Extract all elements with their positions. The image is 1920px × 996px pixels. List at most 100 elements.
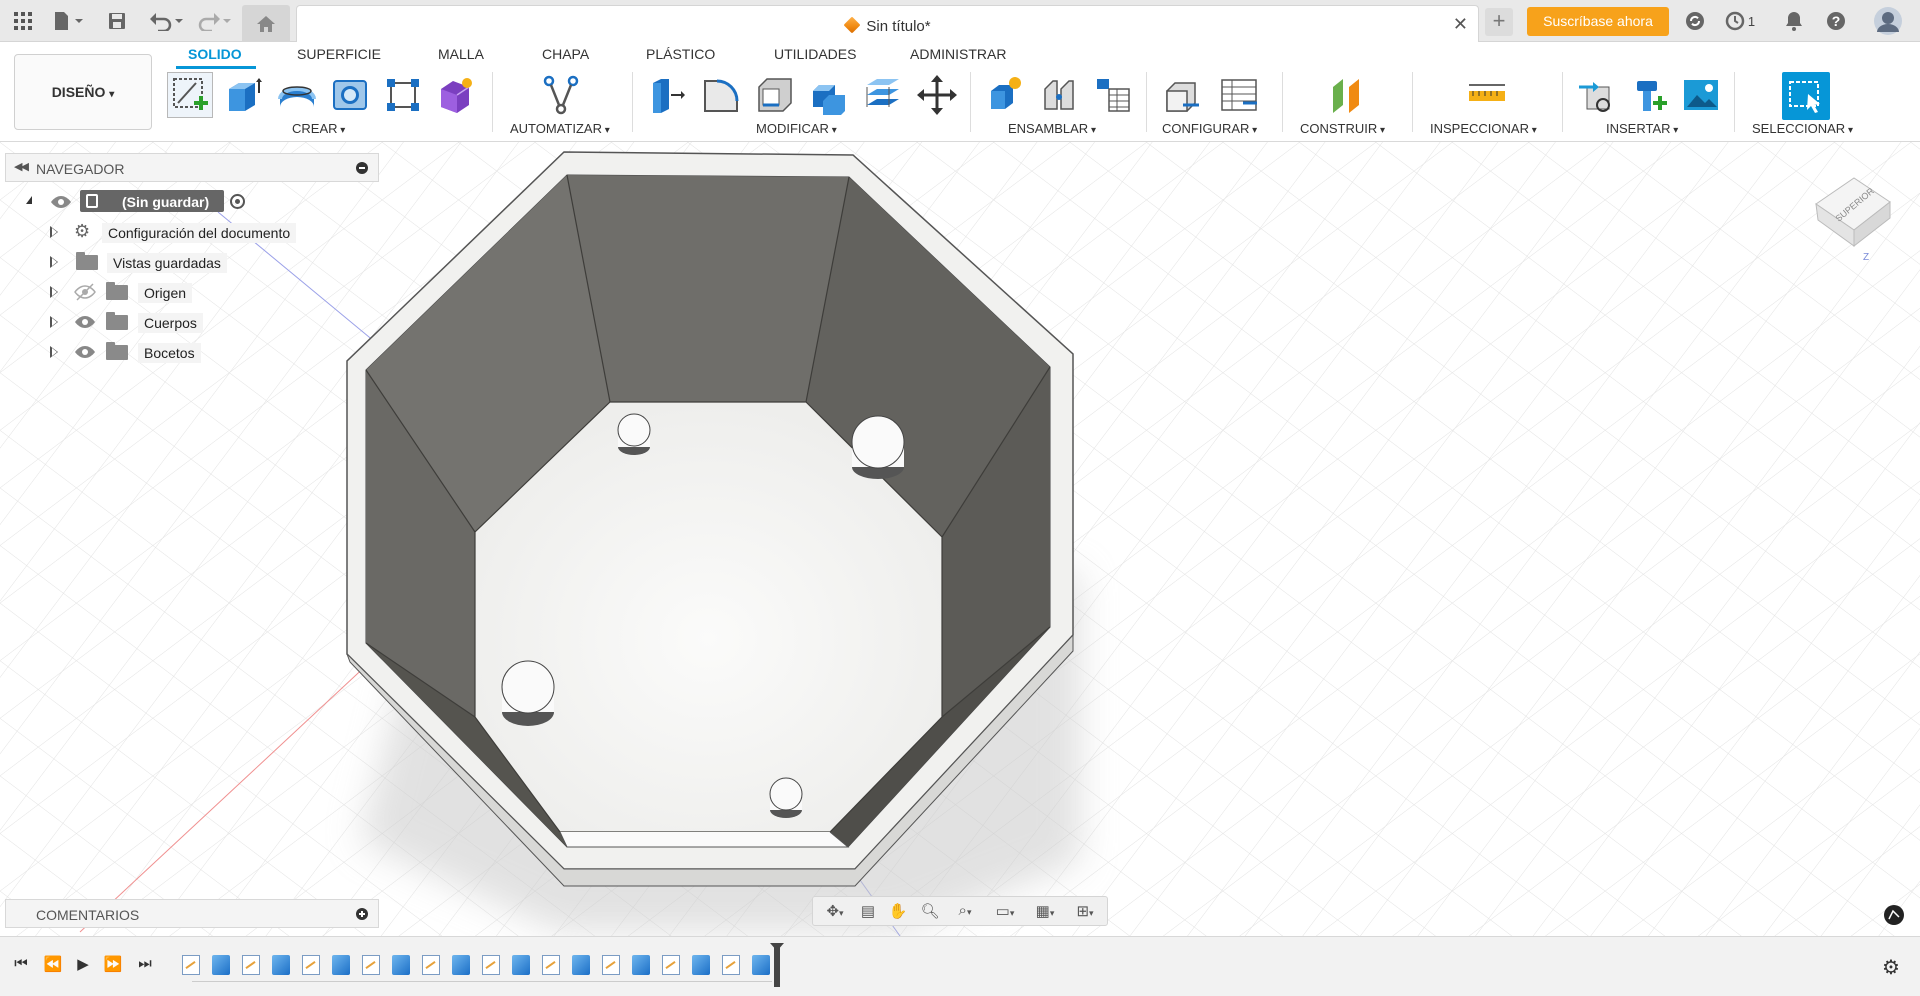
save-icon[interactable] <box>106 8 128 34</box>
offset-face-button[interactable] <box>860 72 906 118</box>
workspace-switcher[interactable]: DISEÑO ▾ <box>14 54 152 130</box>
redo-icon[interactable] <box>196 8 232 34</box>
expand-triangle-icon[interactable] <box>50 286 58 298</box>
hole-button[interactable] <box>327 72 373 118</box>
timeline-sketch-icon[interactable] <box>662 955 680 975</box>
subscribe-button[interactable]: Suscríbase ahora <box>1527 7 1669 36</box>
expand-triangle-icon[interactable] <box>50 226 58 238</box>
group-automatizar[interactable]: AUTOMATIZAR <box>510 121 610 136</box>
grid-settings-icon[interactable]: ▦▾ <box>1027 902 1063 922</box>
configure-button[interactable] <box>1160 72 1206 118</box>
collapse-icon[interactable]: ◀◀ <box>14 160 29 173</box>
go-to-end-icon[interactable]: ⏭ <box>134 955 156 977</box>
select-button[interactable] <box>1782 72 1830 120</box>
timeline-sketch-icon[interactable] <box>422 955 440 975</box>
activate-radio-icon[interactable] <box>230 194 245 209</box>
revolve-button[interactable] <box>274 72 320 118</box>
browser-item-bodies[interactable]: Cuerpos <box>0 309 380 335</box>
eye-hidden-icon[interactable] <box>74 282 96 305</box>
bill-of-materials-button[interactable] <box>1090 72 1136 118</box>
timeline-extrude-icon[interactable] <box>392 955 410 975</box>
tab-solido[interactable]: SOLIDO <box>188 46 242 62</box>
group-construir[interactable]: CONSTRUIR <box>1300 121 1385 136</box>
job-status-icon[interactable]: 1 <box>1722 8 1758 34</box>
shell-button[interactable] <box>752 72 798 118</box>
tab-chapa[interactable]: CHAPA <box>542 46 589 62</box>
timeline-extrude-icon[interactable] <box>752 955 770 975</box>
help-icon[interactable]: ? <box>1824 8 1848 34</box>
press-pull-button[interactable] <box>644 72 690 118</box>
timeline-extrude-icon[interactable] <box>632 955 650 975</box>
move-copy-button[interactable] <box>914 72 960 118</box>
timeline-sketch-icon[interactable] <box>302 955 320 975</box>
browser-root-node[interactable]: (Sin guardar) <box>0 189 380 215</box>
offset-plane-button[interactable] <box>1324 72 1370 118</box>
viewports-icon[interactable]: ⊞▾ <box>1067 902 1103 922</box>
notifications-icon[interactable] <box>1782 8 1806 34</box>
orbit-icon[interactable]: ✥▾ <box>817 902 853 922</box>
insert-derive-button[interactable] <box>1574 72 1620 118</box>
document-tab[interactable]: Sin título* ✕ <box>296 5 1479 42</box>
expand-triangle-icon[interactable] <box>50 256 58 268</box>
expand-triangle-icon[interactable] <box>50 346 58 358</box>
sync-icon[interactable] <box>1682 8 1708 34</box>
model-peg[interactable] <box>769 777 803 818</box>
look-at-icon[interactable]: ▤ <box>855 902 881 922</box>
create-form-button[interactable] <box>432 72 478 118</box>
add-comment-icon[interactable] <box>356 908 368 920</box>
eye-icon[interactable] <box>74 312 96 335</box>
browser-item-document-settings[interactable]: ⚙ Configuración del documento <box>0 219 380 245</box>
browser-item-saved-views[interactable]: Vistas guardadas <box>0 249 380 275</box>
new-component-button[interactable] <box>982 72 1028 118</box>
eye-icon[interactable] <box>74 342 96 365</box>
file-menu-icon[interactable] <box>50 8 86 34</box>
expanded-triangle-icon[interactable] <box>26 196 32 204</box>
tab-superficie[interactable]: SUPERFICIE <box>297 46 381 62</box>
timeline-extrude-icon[interactable] <box>452 955 470 975</box>
timeline-extrude-icon[interactable] <box>512 955 530 975</box>
group-configurar[interactable]: CONFIGURAR <box>1162 121 1257 136</box>
extrude-button[interactable] <box>220 72 266 118</box>
pattern-button[interactable] <box>380 72 426 118</box>
tab-administrar[interactable]: ADMINISTRAR <box>910 46 1006 62</box>
fit-icon[interactable]: ⌕▾ <box>947 902 983 922</box>
tab-utilidades[interactable]: UTILIDADES <box>774 46 856 62</box>
timeline-sketch-icon[interactable] <box>482 955 500 975</box>
zoom-icon[interactable]: 🔍︎ <box>917 902 943 922</box>
group-crear[interactable]: CREAR <box>292 121 345 136</box>
configuration-table-button[interactable] <box>1216 72 1262 118</box>
go-to-start-icon[interactable]: ⏮ <box>10 955 32 977</box>
timeline-marker[interactable] <box>770 943 784 987</box>
timeline-sketch-icon[interactable] <box>182 955 200 975</box>
user-avatar[interactable] <box>1872 5 1904 37</box>
create-sketch-button[interactable] <box>167 72 213 118</box>
display-settings-icon[interactable]: ▭▾ <box>987 902 1023 922</box>
play-icon[interactable]: ▶ <box>72 955 94 977</box>
display-settings-icon[interactable] <box>1884 905 1904 925</box>
group-ensamblar[interactable]: ENSAMBLAR <box>1008 121 1096 136</box>
timeline-extrude-icon[interactable] <box>212 955 230 975</box>
fillet-button[interactable] <box>698 72 744 118</box>
timeline-extrude-icon[interactable] <box>272 955 290 975</box>
pan-icon[interactable]: ✋ <box>885 902 911 922</box>
apps-grid-icon[interactable] <box>10 8 36 34</box>
timeline-settings-gear-icon[interactable]: ⚙ <box>1880 955 1902 979</box>
timeline-sketch-icon[interactable] <box>362 955 380 975</box>
undo-icon[interactable] <box>148 8 184 34</box>
group-inspeccionar[interactable]: INSPECCIONAR <box>1430 121 1537 136</box>
minimize-icon[interactable] <box>356 162 368 174</box>
group-insertar[interactable]: INSERTAR <box>1606 121 1678 136</box>
insert-canvas-button[interactable] <box>1678 72 1724 118</box>
comments-panel-header[interactable]: COMENTARIOS <box>5 899 379 928</box>
timeline-sketch-icon[interactable] <box>722 955 740 975</box>
tab-malla[interactable]: MALLA <box>438 46 484 62</box>
model-peg[interactable] <box>501 660 555 726</box>
insert-mcmaster-button[interactable] <box>1626 72 1672 118</box>
step-forward-icon[interactable]: ⏩ <box>102 955 124 977</box>
joint-button[interactable] <box>1036 72 1082 118</box>
tab-plastico[interactable]: PLÁSTICO <box>646 46 715 62</box>
browser-item-origin[interactable]: Origen <box>0 279 380 305</box>
automate-button[interactable] <box>538 72 584 118</box>
timeline-extrude-icon[interactable] <box>332 955 350 975</box>
timeline-sketch-icon[interactable] <box>602 955 620 975</box>
